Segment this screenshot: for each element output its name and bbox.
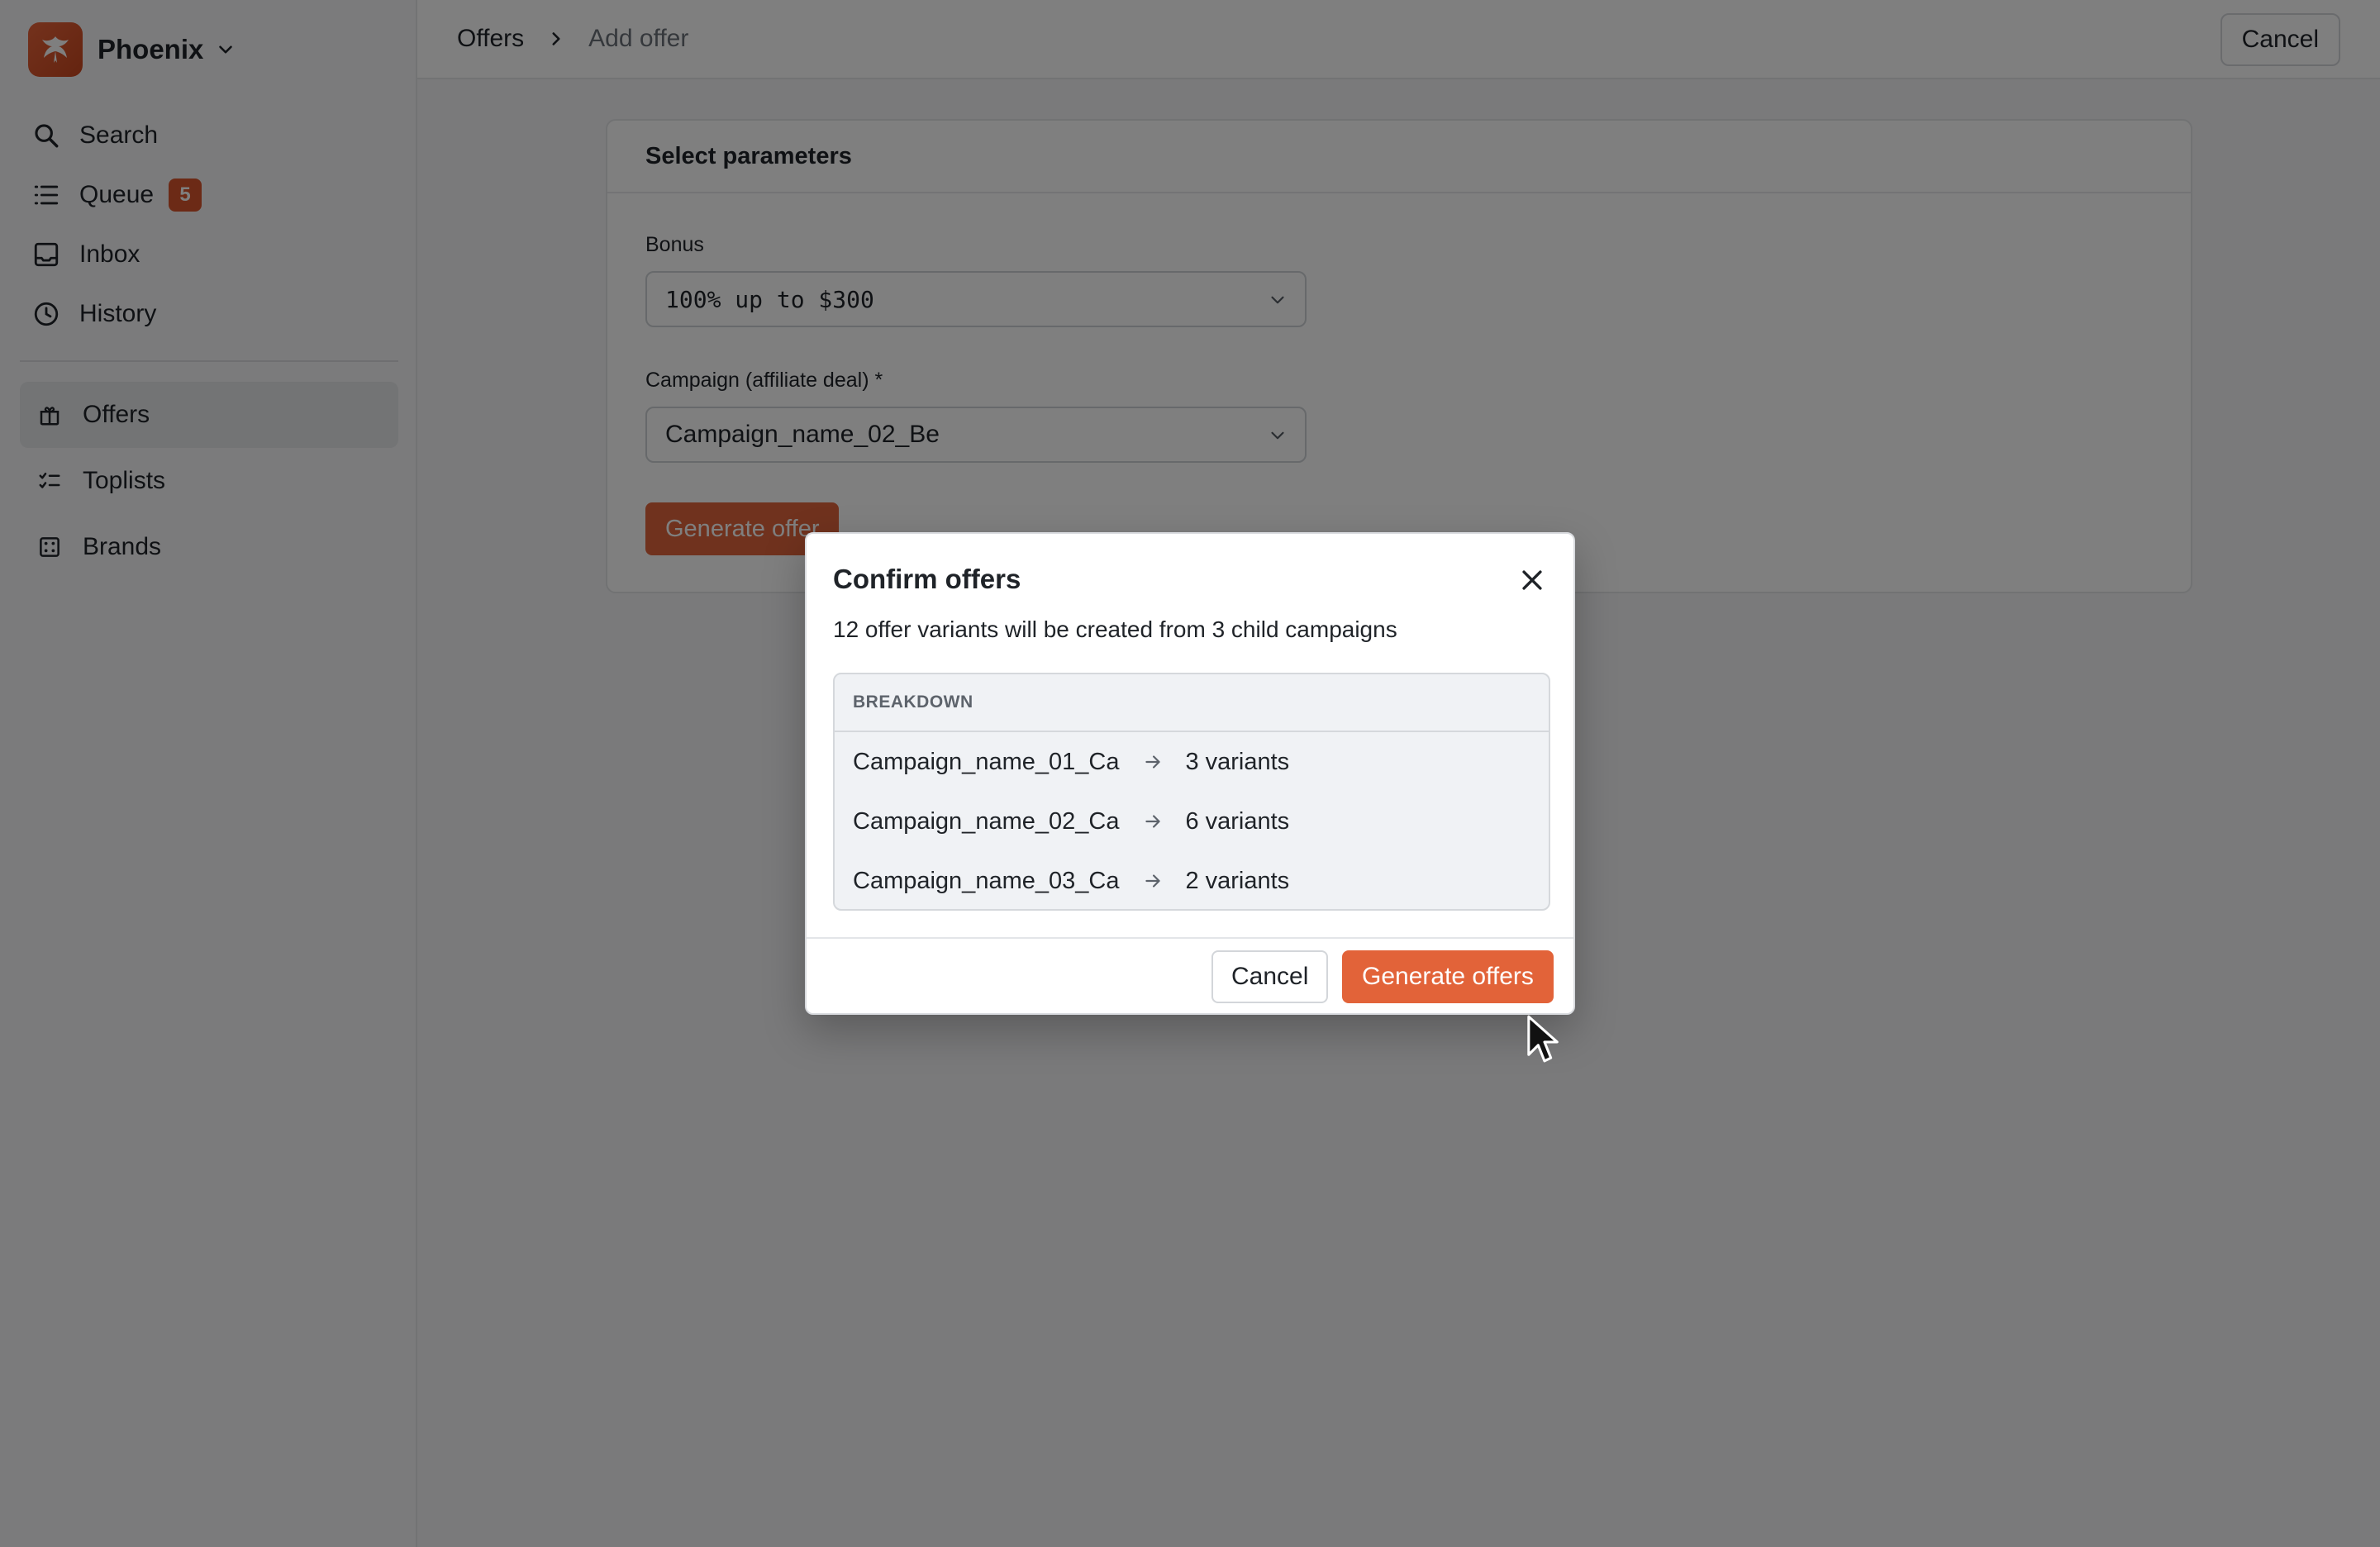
breakdown-row: Campaign_name_01_Ca 3 variants xyxy=(835,732,1549,792)
close-button[interactable] xyxy=(1516,564,1549,597)
breakdown-campaign: Campaign_name_03_Ca xyxy=(853,867,1120,894)
dialog-title: Confirm offers xyxy=(833,564,1021,594)
mouse-cursor-icon xyxy=(1527,1015,1559,1063)
arrow-right-icon xyxy=(1145,874,1161,888)
breakdown-panel: BREAKDOWN Campaign_name_01_Ca 3 variants… xyxy=(833,673,1550,911)
dialog-description: 12 offer variants will be created from 3… xyxy=(833,616,1397,642)
arrow-right-icon xyxy=(1145,755,1161,769)
breakdown-row: Campaign_name_03_Ca 2 variants xyxy=(835,851,1549,909)
breakdown-row: Campaign_name_02_Ca 6 variants xyxy=(835,792,1549,851)
breakdown-heading: BREAKDOWN xyxy=(835,674,1549,732)
dialog-cancel-button[interactable]: Cancel xyxy=(1211,950,1329,1003)
close-icon xyxy=(1522,570,1542,590)
arrow-right-icon xyxy=(1145,815,1161,828)
dialog-footer-divider xyxy=(807,937,1573,939)
generate-offers-button[interactable]: Generate offers xyxy=(1342,950,1554,1003)
breakdown-variants: 2 variants xyxy=(1185,867,1290,894)
confirm-offers-dialog: Confirm offers 12 offer variants will be… xyxy=(805,532,1575,1015)
breakdown-variants: 3 variants xyxy=(1185,748,1290,775)
breakdown-campaign: Campaign_name_01_Ca xyxy=(853,748,1120,775)
breakdown-variants: 6 variants xyxy=(1185,807,1290,835)
breakdown-campaign: Campaign_name_02_Ca xyxy=(853,807,1120,835)
